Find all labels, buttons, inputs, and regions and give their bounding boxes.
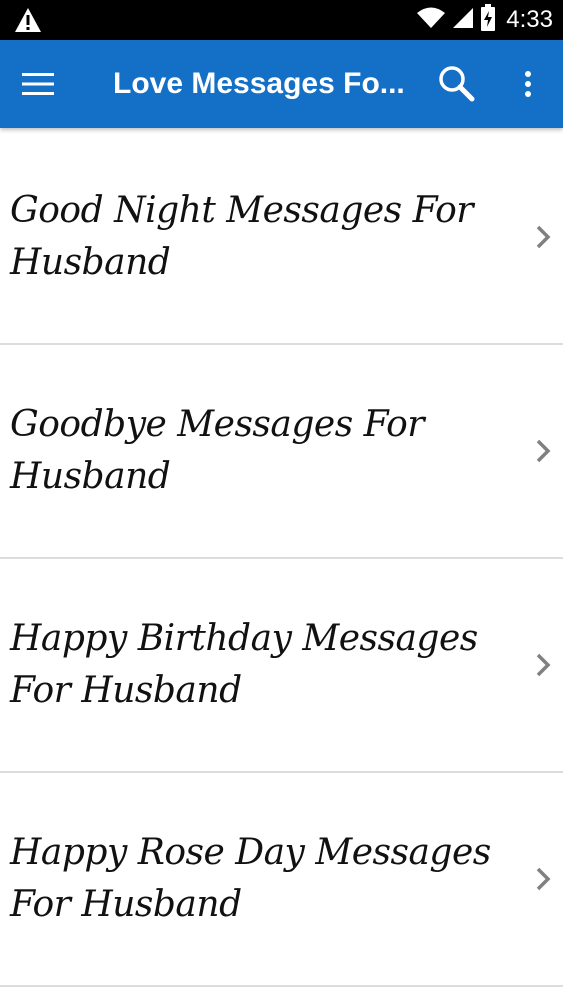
app-bar: Love Messages Fo... xyxy=(0,40,563,128)
chevron-right-icon xyxy=(533,222,553,252)
more-vert-icon[interactable] xyxy=(512,62,544,106)
status-time: 4:33 xyxy=(506,6,553,33)
list-item-label: Good Night Messages For Husband xyxy=(10,190,474,283)
list-item[interactable]: Happy Rose Day Messages For Husband xyxy=(0,773,563,987)
wifi-icon xyxy=(416,6,446,35)
list-item-label: Happy Birthday Messages For Husband xyxy=(10,618,478,711)
status-icons: 4:33 xyxy=(416,0,553,40)
list-item[interactable]: Good Night Messages For Husband xyxy=(0,131,563,345)
list-item[interactable]: Goodbye Messages For Husband xyxy=(0,345,563,559)
app-title: Love Messages Fo... xyxy=(113,67,405,100)
list-item-label: Happy Rose Day Messages For Husband xyxy=(10,832,491,925)
warning-icon xyxy=(14,7,42,33)
status-bar: 4:33 xyxy=(0,0,563,40)
signal-icon xyxy=(452,6,474,35)
chevron-right-icon xyxy=(533,650,553,680)
hamburger-menu-icon[interactable] xyxy=(22,64,66,104)
search-icon[interactable] xyxy=(434,62,478,106)
message-category-list: Good Night Messages For Husband Goodbye … xyxy=(0,131,563,987)
chevron-right-icon xyxy=(533,864,553,894)
chevron-right-icon xyxy=(533,436,553,466)
battery-icon xyxy=(480,3,496,37)
list-item-label: Goodbye Messages For Husband xyxy=(10,404,425,497)
list-item[interactable]: Happy Birthday Messages For Husband xyxy=(0,559,563,773)
